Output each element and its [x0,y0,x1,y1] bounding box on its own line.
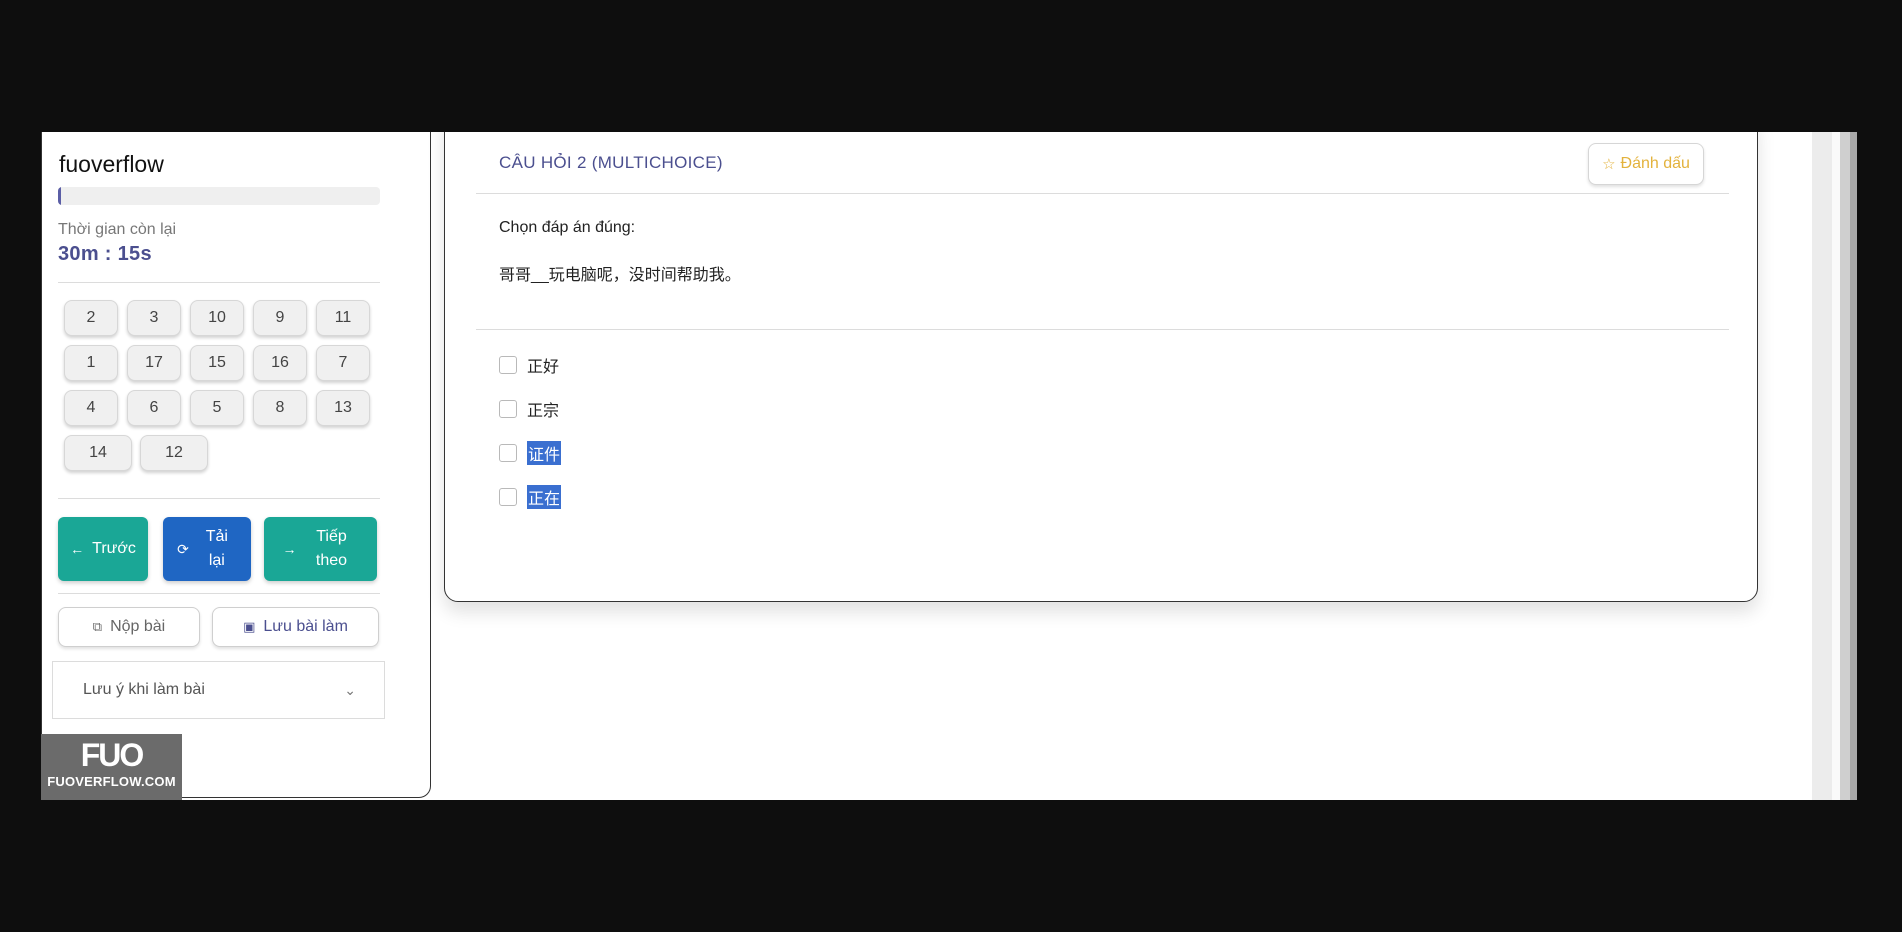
question-prompt: Chọn đáp án đúng: [499,219,636,236]
question-button[interactable]: 12 [140,435,208,471]
chevron-down-icon: ⌄ [344,681,356,698]
scrollbar-thumb[interactable] [1850,132,1857,800]
brand-title: fuoverflow [59,151,164,177]
divider [58,498,380,499]
question-button[interactable]: 4 [64,390,118,426]
reload-button[interactable]: ⟳ Tải lại [163,517,251,581]
question-button[interactable]: 13 [316,390,370,426]
next-button-label: Tiếp theo [315,528,348,569]
divider [58,282,380,283]
question-button[interactable]: 5 [190,390,244,426]
divider [476,329,1729,330]
question-button[interactable]: 16 [253,345,307,381]
question-button[interactable]: 3 [127,300,181,336]
question-card: CÂU HỎI 2 (MULTICHOICE) ☆ Đánh dấu Chọn … [444,132,1758,602]
flag-button[interactable]: ☆ Đánh dấu [1588,143,1704,185]
progress-fill [58,187,62,205]
divider [476,193,1729,194]
save-button-label: Lưu bài làm [263,618,348,635]
submit-button[interactable]: ⧉ Nộp bài [58,607,200,647]
answer-option[interactable]: 正好 [499,353,559,377]
watermark-logo: FUO FUOVERFLOW.COM [41,734,182,800]
copy-icon: ⧉ [92,619,103,634]
answer-label: 正在 [527,485,562,509]
question-button[interactable]: 11 [316,300,370,336]
floppy-disk-icon: ▣ [243,619,256,634]
previous-button-label: Trước [92,540,136,557]
refresh-icon: ⟳ [177,540,189,557]
question-button[interactable]: 1 [64,345,118,381]
reload-button-label: Tải lại [205,528,228,569]
page-gutter-edge [1832,132,1840,800]
question-button[interactable]: 9 [253,300,307,336]
question-text: 哥哥__玩电脑呢，没时间帮助我。 [499,267,741,284]
time-remaining-label: Thời gian còn lại [58,221,177,238]
answer-label: 正宗 [527,403,560,420]
question-button[interactable]: 14 [64,435,132,471]
flag-button-label: Đánh dấu [1620,155,1690,172]
divider [58,593,380,594]
progress-bar [58,187,380,205]
submit-button-label: Nộp bài [110,618,166,635]
star-icon: ☆ [1602,156,1616,173]
question-button[interactable]: 7 [316,345,370,381]
arrow-left-icon: ← [70,541,85,557]
next-button[interactable]: → Tiếp theo [264,517,377,581]
notes-accordion[interactable]: Lưu ý khi làm bài ⌄ [52,661,385,719]
answer-option[interactable]: 正宗 [499,397,559,421]
save-button[interactable]: ▣ Lưu bài làm [212,607,379,647]
page-gutter [1812,132,1832,800]
watermark-logo-mark: FUO [80,737,145,773]
question-button[interactable]: 8 [253,390,307,426]
answer-option[interactable]: 正在 [499,485,562,509]
question-button[interactable]: 6 [127,390,181,426]
question-button[interactable]: 15 [190,345,244,381]
previous-button[interactable]: ← Trước [58,517,148,581]
question-title: CÂU HỎI 2 (MULTICHOICE) [499,153,723,172]
arrow-right-icon: → [282,541,297,557]
time-remaining-value: 30m : 15s [58,243,152,265]
answer-label: 证件 [527,441,562,465]
answer-checkbox[interactable] [499,488,517,506]
answer-option[interactable]: 证件 [499,441,562,465]
answer-checkbox[interactable] [499,444,517,462]
answer-checkbox[interactable] [499,400,517,418]
sidebar: fuoverflow Thời gian còn lại 30m : 15s 2… [41,132,431,798]
answer-checkbox[interactable] [499,356,517,374]
notes-accordion-label: Lưu ý khi làm bài [83,681,205,698]
watermark-url: FUOVERFLOW.COM [47,774,176,789]
question-button[interactable]: 17 [127,345,181,381]
exam-window: fuoverflow Thời gian còn lại 30m : 15s 2… [41,132,1857,800]
answer-label: 正好 [527,359,560,376]
question-button[interactable]: 2 [64,300,118,336]
question-button[interactable]: 10 [190,300,244,336]
